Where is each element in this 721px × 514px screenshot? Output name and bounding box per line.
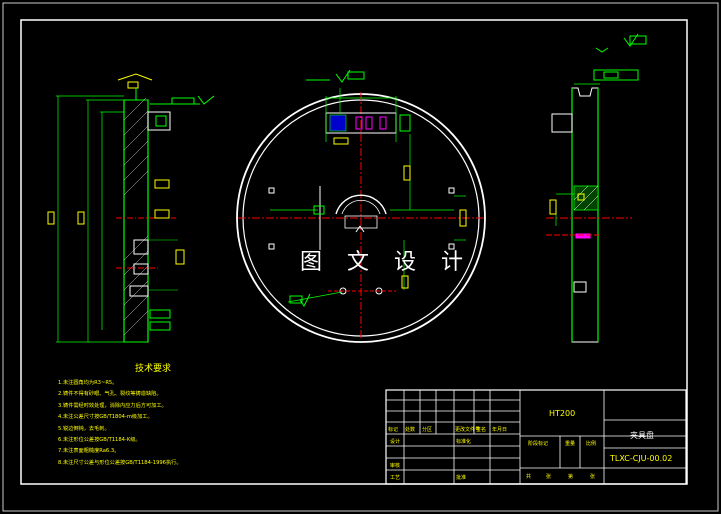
row-label: 设计 — [390, 439, 401, 445]
requirement-item: 1.未注圆角均为R3~R5。 — [58, 380, 118, 386]
requirement-item: 8.未注尺寸公差与形位公差按GB/T1184-1996执行。 — [58, 459, 182, 466]
center-front-view — [236, 69, 486, 343]
stage-label: 重量 — [565, 441, 576, 447]
sheet-label: 共 — [526, 474, 532, 480]
row-label: 审核 — [390, 463, 401, 469]
header-label: 标记 — [388, 427, 399, 433]
sheet-label: 第 — [568, 474, 574, 480]
requirement-item: 7.未注表面粗糙度Ra6.3。 — [58, 448, 120, 455]
part-name: 夹具盘 — [630, 431, 654, 440]
technical-requirements-title: 技术要求 — [135, 364, 172, 374]
left-section-view — [47, 73, 215, 343]
sheet-label: 张 — [590, 474, 596, 480]
row-label: 标准化 — [456, 439, 472, 445]
watermark-text: 图 文 设 计 — [300, 250, 472, 275]
requirement-item: 4.未注公差尺寸按GB/T1804-m级加工。 — [58, 414, 153, 421]
requirement-item: 5.锐边倒钝，去毛刺。 — [58, 425, 110, 432]
technical-requirements-list: 1.未注圆角均为R3~R5。 2.铸件不得有砂眼、气孔、裂纹等铸造缺陷。 3.铸… — [58, 378, 182, 469]
requirement-item: 2.铸件不得有砂眼、气孔、裂纹等铸造缺陷。 — [58, 391, 162, 398]
requirement-item: 3.铸件需经时效处理，消除内应力后方可加工。 — [58, 402, 167, 409]
stage-label: 比例 — [586, 441, 597, 447]
drawing-number: TLXC-CJU-00.02 — [610, 454, 673, 463]
header-label: 年月日 — [492, 427, 508, 433]
header-label: 处数 — [405, 427, 416, 433]
row-label: 工艺 — [390, 475, 401, 481]
header-label: 分区 — [422, 427, 433, 433]
material-label: HT200 — [549, 409, 576, 418]
stage-label: 阶段标记 — [528, 441, 549, 447]
header-label: 签名 — [476, 427, 487, 433]
row-label: 批准 — [456, 475, 467, 481]
requirement-item: 6.未注形位公差按GB/T1184-K级。 — [58, 436, 141, 443]
sheet-label: 张 — [546, 474, 552, 480]
right-side-view — [546, 33, 647, 343]
